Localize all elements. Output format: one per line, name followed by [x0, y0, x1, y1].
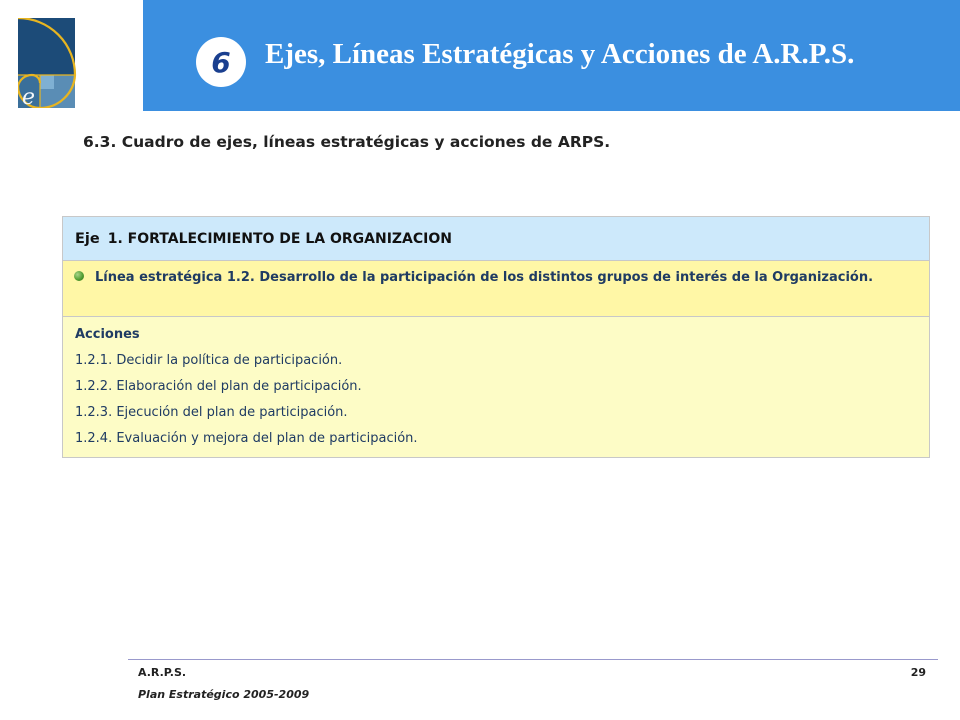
acciones-label: Acciones — [75, 327, 140, 342]
accion-item: 1.2.1. Decidir la política de participac… — [75, 353, 343, 368]
accion-item: 1.2.3. Ejecución del plan de participaci… — [75, 405, 348, 420]
eje-row: Eje 1. FORTALECIMIENTO DE LA ORGANIZACIO… — [63, 217, 929, 261]
chapter-number: 6 — [211, 45, 231, 79]
section-title: 6.3. Cuadro de ejes, líneas estratégicas… — [83, 133, 611, 151]
acciones-row: Acciones 1.2.1. Decidir la política de p… — [63, 317, 929, 457]
accion-item: 1.2.2. Elaboración del plan de participa… — [75, 379, 362, 394]
accion-item: 1.2.4. Evaluación y mejora del plan de p… — [75, 431, 418, 446]
chapter-number-badge: 6 — [196, 37, 246, 87]
page-title: Ejes, Líneas Estratégicas y Acciones de … — [265, 38, 855, 70]
strategy-table: Eje 1. FORTALECIMIENTO DE LA ORGANIZACIO… — [62, 216, 930, 458]
linea-row: Línea estratégica 1.2. Desarrollo de la … — [63, 261, 929, 317]
linea-text: Línea estratégica 1.2. Desarrollo de la … — [95, 270, 874, 285]
eje-text: 1. FORTALECIMIENTO DE LA ORGANIZACION — [107, 230, 452, 247]
eje-label: Eje — [75, 230, 100, 247]
footer-plan-name: Plan Estratégico 2005-2009 — [138, 688, 310, 701]
footer-divider — [128, 659, 938, 660]
golden-ratio-logo-icon: e — [18, 18, 77, 108]
footer-organization: A.R.P.S. — [138, 666, 187, 679]
green-bullet-icon — [74, 271, 84, 281]
page-number: 29 — [910, 666, 926, 679]
svg-text:e: e — [22, 85, 35, 108]
